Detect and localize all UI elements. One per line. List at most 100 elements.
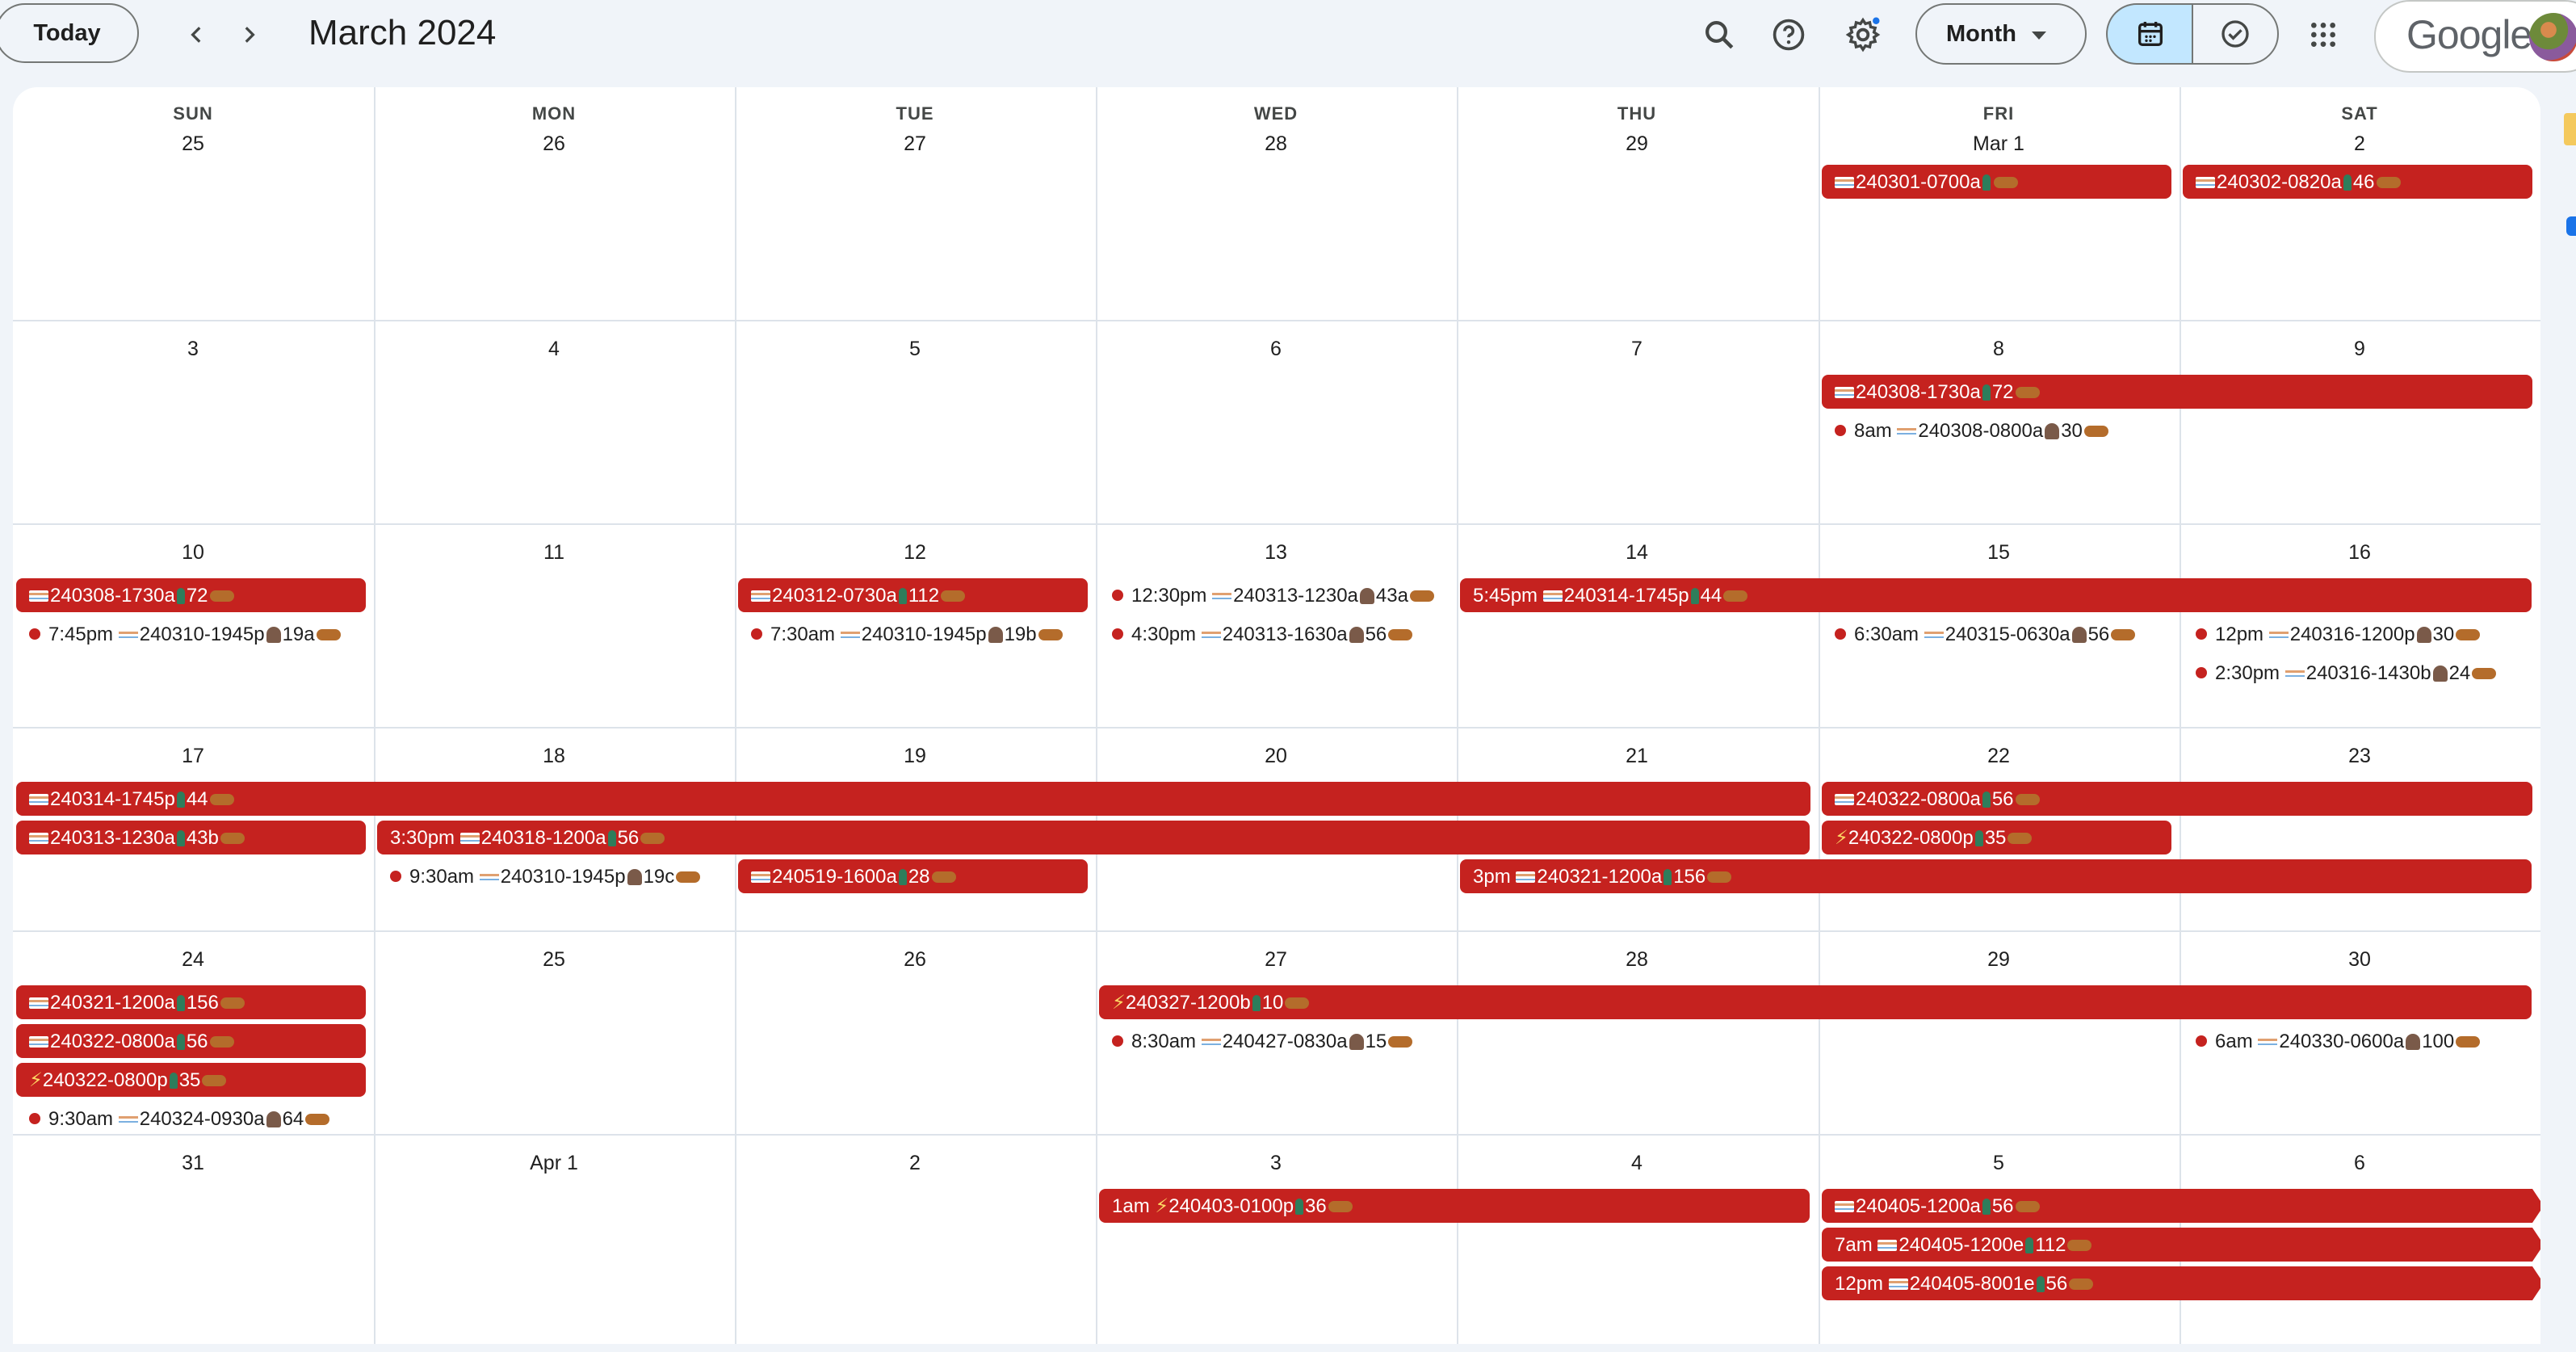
event-count: 15 bbox=[1365, 1030, 1387, 1052]
day-number[interactable]: 19 bbox=[735, 745, 1095, 768]
all-day-event-chip[interactable]: 3pm 240321-1200a 156 bbox=[1460, 859, 2532, 893]
all-day-event-chip[interactable]: 240322-0800a 56 bbox=[16, 1024, 366, 1058]
search-button[interactable] bbox=[1697, 13, 1741, 57]
all-day-event-chip[interactable]: 240322-0800a 56 bbox=[1822, 782, 2532, 816]
event-title: 240314-1745p bbox=[1563, 584, 1689, 607]
timed-event[interactable]: 8:30am 240427-0830a 15 bbox=[1099, 1024, 1449, 1058]
view-select-dropdown[interactable]: Month bbox=[1915, 3, 2087, 65]
day-number[interactable]: 17 bbox=[13, 745, 373, 768]
day-number[interactable]: 25 bbox=[13, 132, 373, 156]
animal-icon bbox=[1388, 1035, 1413, 1048]
help-button[interactable] bbox=[1767, 13, 1810, 57]
event-title: 240308-0800a bbox=[1918, 419, 2044, 442]
all-day-event-chip[interactable]: 240313-1230a 43b bbox=[16, 821, 366, 854]
all-day-event-chip[interactable]: 240321-1200a 156 bbox=[16, 985, 366, 1019]
side-panel-tab[interactable] bbox=[2564, 113, 2576, 145]
animal-icon bbox=[305, 1113, 330, 1125]
day-number[interactable]: 21 bbox=[1457, 745, 1817, 768]
timed-event[interactable]: 2:30pm 240316-1430b 24 bbox=[2183, 656, 2532, 690]
day-number[interactable]: 28 bbox=[1457, 948, 1817, 972]
calendar-view-toggle[interactable] bbox=[2106, 3, 2193, 65]
day-number[interactable]: 16 bbox=[2180, 541, 2540, 565]
day-number[interactable]: 14 bbox=[1457, 541, 1817, 565]
timed-event[interactable]: 12:30pm 240313-1230a 43a bbox=[1099, 578, 1449, 612]
animal-icon bbox=[2083, 425, 2108, 437]
settings-button[interactable] bbox=[1841, 13, 1885, 57]
next-month-button[interactable] bbox=[229, 11, 268, 58]
day-number[interactable]: 24 bbox=[13, 948, 373, 972]
day-number[interactable]: 3 bbox=[1096, 1152, 1456, 1175]
timed-event[interactable]: 9:30am 240324-0930a 64 bbox=[16, 1102, 366, 1136]
day-number[interactable]: 4 bbox=[1457, 1152, 1817, 1175]
timed-event[interactable]: 8am 240308-0800a 30 bbox=[1822, 414, 2171, 447]
day-number[interactable]: 10 bbox=[13, 541, 373, 565]
all-day-event-chip[interactable]: 240302-0820a 46 bbox=[2183, 165, 2532, 199]
day-number[interactable]: Mar 1 bbox=[1819, 132, 2179, 156]
day-number[interactable]: 29 bbox=[1457, 132, 1817, 156]
today-button[interactable]: Today bbox=[0, 3, 139, 63]
timed-event[interactable]: 12pm 240316-1200p 30 bbox=[2183, 617, 2532, 651]
all-day-event-chip[interactable]: 240308-1730a 72 bbox=[16, 578, 366, 612]
all-day-event-chip[interactable]: 240312-0730a 112 bbox=[738, 578, 1088, 612]
tasks-view-toggle[interactable] bbox=[2192, 3, 2279, 65]
timed-event[interactable]: 6:30am 240315-0630a 56 bbox=[1822, 617, 2171, 651]
all-day-event-chip[interactable]: 7am 240405-1200e 112 bbox=[1822, 1228, 2540, 1262]
all-day-event-chip[interactable]: 3:30pm 240318-1200a 56 bbox=[377, 821, 1810, 854]
all-day-event-chip[interactable]: 240301-0700a bbox=[1822, 165, 2171, 199]
day-number[interactable]: 26 bbox=[735, 948, 1095, 972]
timed-event[interactable]: 7:30am 240310-1945p 19b bbox=[738, 617, 1088, 651]
day-number[interactable]: 7 bbox=[1457, 338, 1817, 361]
day-number[interactable]: 12 bbox=[735, 541, 1095, 565]
day-number[interactable]: 20 bbox=[1096, 745, 1456, 768]
avatar[interactable] bbox=[2529, 13, 2576, 61]
day-number[interactable]: 27 bbox=[1096, 948, 1456, 972]
day-number[interactable]: 26 bbox=[374, 132, 734, 156]
day-number[interactable]: 3 bbox=[13, 338, 373, 361]
all-day-event-chip[interactable]: ⚡240322-0800p 35 bbox=[16, 1063, 366, 1097]
day-number[interactable]: Apr 1 bbox=[374, 1152, 734, 1175]
google-apps-button[interactable] bbox=[2301, 13, 2345, 57]
event-title: 240427-0830a bbox=[1222, 1030, 1348, 1052]
day-number[interactable]: 25 bbox=[374, 948, 734, 972]
day-number[interactable]: 13 bbox=[1096, 541, 1456, 565]
day-number[interactable]: 6 bbox=[2180, 1152, 2540, 1175]
timed-event[interactable]: 6am 240330-0600a 100 bbox=[2183, 1024, 2532, 1058]
day-number[interactable]: 4 bbox=[374, 338, 734, 361]
timed-event[interactable]: 4:30pm 240313-1630a 56 bbox=[1099, 617, 1449, 651]
all-day-event-chip[interactable]: 240308-1730a 72 bbox=[1822, 375, 2532, 409]
day-number[interactable]: 5 bbox=[735, 338, 1095, 361]
all-day-event-chip[interactable]: 5:45pm 240314-1745p 44 bbox=[1460, 578, 2532, 612]
figure-icon bbox=[898, 587, 907, 604]
day-number[interactable]: 9 bbox=[2180, 338, 2540, 361]
day-number[interactable]: 2 bbox=[2180, 132, 2540, 156]
timed-event[interactable]: 7:45pm 240310-1945p 19a bbox=[16, 617, 366, 651]
day-number[interactable]: 27 bbox=[735, 132, 1095, 156]
day-number[interactable]: 18 bbox=[374, 745, 734, 768]
event-count: 44 bbox=[186, 787, 208, 810]
day-number[interactable]: 15 bbox=[1819, 541, 2179, 565]
day-number[interactable]: 28 bbox=[1096, 132, 1456, 156]
day-number[interactable]: 2 bbox=[735, 1152, 1095, 1175]
day-number[interactable]: 23 bbox=[2180, 745, 2540, 768]
all-day-event-chip[interactable]: 240405-1200a 56 bbox=[1822, 1189, 2540, 1223]
day-number[interactable]: 31 bbox=[13, 1152, 373, 1175]
event-time: 9:30am bbox=[409, 865, 475, 888]
settings-icon bbox=[1845, 17, 1881, 52]
all-day-event-chip[interactable]: ⚡240327-1200b 10 bbox=[1099, 985, 2532, 1019]
day-number[interactable]: 29 bbox=[1819, 948, 2179, 972]
day-number[interactable]: 30 bbox=[2180, 948, 2540, 972]
all-day-event-chip[interactable]: 240519-1600a 28 bbox=[738, 859, 1088, 893]
event-count: 112 bbox=[908, 584, 940, 607]
all-day-event-chip[interactable]: 1am ⚡240403-0100p 36 bbox=[1099, 1189, 1810, 1223]
day-number[interactable]: 22 bbox=[1819, 745, 2179, 768]
day-number[interactable]: 6 bbox=[1096, 338, 1456, 361]
day-number[interactable]: 5 bbox=[1819, 1152, 2179, 1175]
google-account-area[interactable]: Google bbox=[2374, 0, 2576, 73]
day-number[interactable]: 8 bbox=[1819, 338, 2179, 361]
day-number[interactable]: 11 bbox=[374, 541, 734, 565]
all-day-event-chip[interactable]: 12pm 240405-8001e 56 bbox=[1822, 1266, 2540, 1300]
previous-month-button[interactable] bbox=[178, 11, 216, 58]
all-day-event-chip[interactable]: 240314-1745p 44 bbox=[16, 782, 1810, 816]
all-day-event-chip[interactable]: ⚡240322-0800p 35 bbox=[1822, 821, 2171, 854]
timed-event[interactable]: 9:30am 240310-1945p 19c bbox=[377, 859, 727, 893]
